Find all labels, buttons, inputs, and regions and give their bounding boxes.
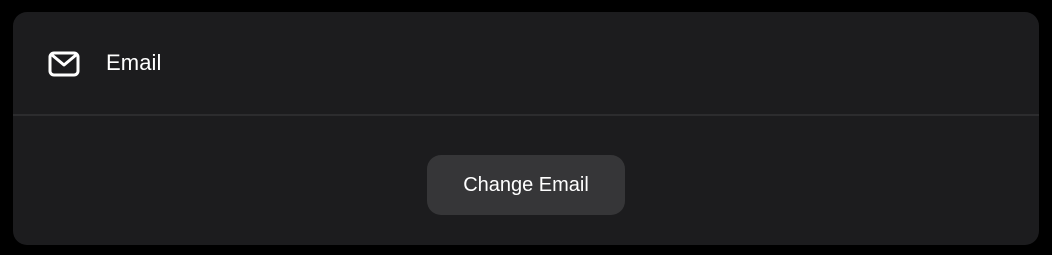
email-actions-row: Change Email [13,116,1039,245]
mail-icon [48,51,80,77]
email-section-title: Email [106,50,162,75]
change-email-button[interactable]: Change Email [427,155,625,215]
email-settings-card: Email Change Email [13,12,1039,245]
email-header-row: Email [13,12,1039,115]
